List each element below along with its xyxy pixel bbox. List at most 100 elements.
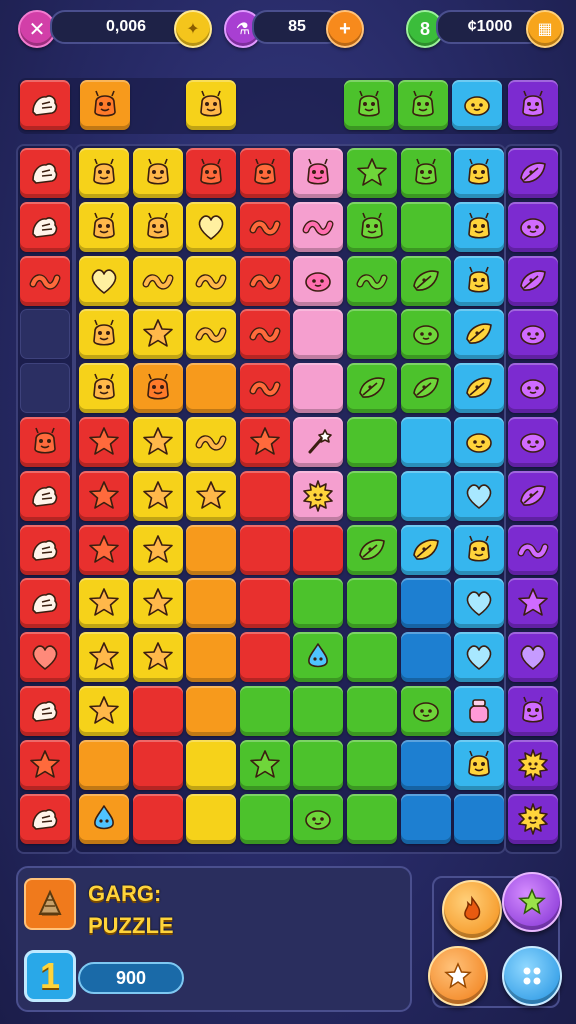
board-tile[interactable] (347, 686, 397, 736)
add-button[interactable]: + (326, 10, 364, 48)
board-tile[interactable] (79, 524, 129, 575)
board-tile[interactable] (347, 632, 397, 683)
top-rail-tile[interactable] (344, 80, 394, 130)
board-tile[interactable] (293, 255, 344, 306)
board-tile[interactable] (132, 363, 183, 414)
board-tile[interactable] (239, 793, 290, 844)
board-tile[interactable] (132, 417, 183, 467)
right-column-tile[interactable] (508, 309, 558, 360)
board-tile[interactable] (293, 417, 344, 467)
right-column-tile[interactable] (508, 148, 558, 198)
favorite-button[interactable] (428, 946, 488, 1006)
menu-button[interactable] (502, 946, 562, 1006)
right-column-tile[interactable] (508, 632, 558, 683)
board-tile[interactable] (454, 148, 505, 198)
right-column-tile[interactable] (508, 201, 558, 252)
board-tile[interactable] (454, 578, 505, 629)
board-tile[interactable] (400, 470, 451, 521)
right-column-tile[interactable] (508, 793, 558, 844)
board-tile[interactable] (454, 255, 505, 306)
right-column-tile[interactable] (508, 255, 558, 306)
board-tile[interactable] (239, 363, 290, 414)
board-tile[interactable] (400, 201, 451, 252)
right-column-tile[interactable] (508, 470, 558, 521)
board-tile[interactable] (239, 470, 290, 521)
board-tile[interactable] (79, 417, 129, 467)
top-rail-tile[interactable] (452, 80, 502, 130)
board-tile[interactable] (293, 793, 344, 844)
board-tile[interactable] (79, 686, 129, 736)
board-tile[interactable] (186, 524, 237, 575)
board-tile[interactable] (293, 578, 344, 629)
board-tile[interactable] (400, 148, 451, 198)
right-column-tile[interactable] (508, 524, 558, 575)
left-column-tile[interactable] (20, 201, 70, 252)
board-tile[interactable] (454, 201, 505, 252)
board-tile[interactable] (79, 578, 129, 629)
board-tile[interactable] (239, 201, 290, 252)
left-column-tile[interactable] (20, 148, 70, 198)
board-tile[interactable] (186, 632, 237, 683)
board-tile[interactable] (186, 686, 237, 736)
left-column-tile[interactable] (20, 793, 70, 844)
right-column-tile[interactable] (508, 739, 558, 790)
board-tile[interactable] (186, 255, 237, 306)
board-tile[interactable] (400, 632, 451, 683)
board-tile[interactable] (132, 793, 183, 844)
board-tile[interactable] (132, 524, 183, 575)
board-tile[interactable] (79, 255, 129, 306)
board-tile[interactable] (239, 578, 290, 629)
board-tile[interactable] (454, 524, 505, 575)
board-tile[interactable] (400, 578, 451, 629)
board-tile[interactable] (293, 739, 344, 790)
board-tile[interactable] (132, 201, 183, 252)
board-tile[interactable] (293, 524, 344, 575)
star-powerup-button[interactable] (502, 872, 562, 932)
board-tile[interactable] (400, 793, 451, 844)
board-tile[interactable] (132, 255, 183, 306)
board-tile[interactable] (454, 686, 505, 736)
board-tile[interactable] (347, 417, 397, 467)
board-tile[interactable] (79, 363, 129, 414)
board-tile[interactable] (239, 524, 290, 575)
left-column-tile[interactable] (20, 524, 70, 575)
board-tile[interactable] (239, 632, 290, 683)
top-rail-tile[interactable] (80, 80, 130, 130)
board-tile[interactable] (400, 309, 451, 360)
board-tile[interactable] (347, 201, 397, 252)
board-tile[interactable] (400, 255, 451, 306)
board-tile[interactable] (347, 255, 397, 306)
board-tile[interactable] (132, 739, 183, 790)
right-column-tile[interactable] (508, 417, 558, 467)
top-rail-tile[interactable] (508, 80, 558, 130)
board-tile[interactable] (239, 686, 290, 736)
board-tile[interactable] (400, 524, 451, 575)
board-tile[interactable] (79, 201, 129, 252)
left-column-tile[interactable] (20, 417, 70, 467)
board-tile[interactable] (347, 793, 397, 844)
board-tile[interactable] (454, 470, 505, 521)
board-tile[interactable] (400, 739, 451, 790)
board-tile[interactable] (186, 578, 237, 629)
board-tile[interactable] (79, 632, 129, 683)
board-tile[interactable] (347, 148, 397, 198)
board-tile[interactable] (400, 363, 451, 414)
board-tile[interactable] (132, 686, 183, 736)
board-tile[interactable] (347, 309, 397, 360)
right-column-tile[interactable] (508, 686, 558, 736)
board-tile[interactable] (347, 470, 397, 521)
board-tile[interactable] (454, 793, 505, 844)
board-tile[interactable] (454, 363, 505, 414)
board-tile[interactable] (79, 309, 129, 360)
board-tile[interactable] (186, 201, 237, 252)
right-column-tile[interactable] (508, 578, 558, 629)
board-tile[interactable] (293, 148, 344, 198)
board-tile[interactable] (454, 739, 505, 790)
left-column-tile[interactable] (20, 686, 70, 736)
board-tile[interactable] (347, 578, 397, 629)
board-tile[interactable] (293, 632, 344, 683)
top-rail-tile[interactable] (186, 80, 236, 130)
left-column-tile[interactable] (20, 632, 70, 683)
board-tile[interactable] (239, 417, 290, 467)
board-tile[interactable] (293, 470, 344, 521)
